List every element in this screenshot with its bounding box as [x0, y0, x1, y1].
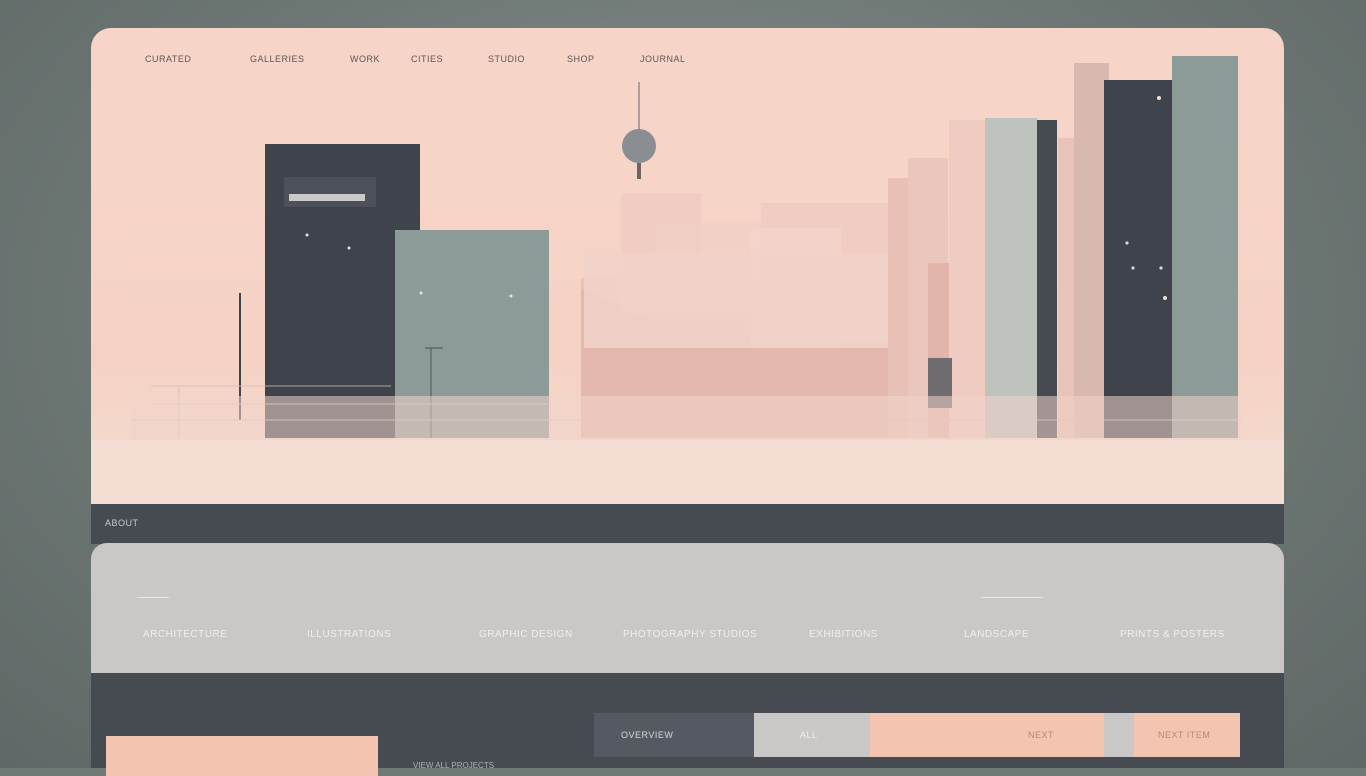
- category-menu: ARCHITECTURE ILLUSTRATIONS GRAPHIC DESIG…: [91, 543, 1284, 673]
- menu-item-illustrations[interactable]: ILLUSTRATIONS: [307, 629, 391, 640]
- hero-section: CURATED GALLERIES WORK CITIES STUDIO SHO…: [91, 28, 1284, 504]
- view-all-link[interactable]: VIEW ALL PROJECTS: [413, 761, 494, 770]
- tab-next-item[interactable]: NEXT ITEM: [1134, 713, 1240, 757]
- nav-item-work[interactable]: WORK: [350, 54, 380, 64]
- tab-all[interactable]: ALL: [754, 713, 870, 757]
- nav-item-shop[interactable]: SHOP: [567, 54, 595, 64]
- tab-label: NEXT ITEM: [1158, 730, 1211, 740]
- tab-next[interactable]: NEXT: [870, 713, 1104, 757]
- section-band: ABOUT: [91, 504, 1284, 544]
- menu-item-exhibitions[interactable]: EXHIBITIONS: [809, 629, 878, 640]
- menu-divider-left: [137, 597, 169, 598]
- menu-divider-right: [981, 597, 1043, 598]
- menu-item-landscape[interactable]: LANDSCAPE: [964, 629, 1029, 640]
- menu-item-graphic-design[interactable]: GRAPHIC DESIGN: [479, 629, 573, 640]
- tab-label: ALL: [800, 730, 818, 740]
- tab-spacer: [1104, 713, 1134, 757]
- tab-overview[interactable]: OVERVIEW: [594, 713, 754, 757]
- nav-item-journal[interactable]: JOURNAL: [640, 54, 686, 64]
- menu-item-prints[interactable]: PRINTS & POSTERS: [1120, 629, 1225, 640]
- lower-panel: VIEW ALL PROJECTS OVERVIEW ALL NEXT NEXT…: [91, 673, 1284, 776]
- menu-item-photography[interactable]: PHOTOGRAPHY STUDIOS: [623, 629, 757, 640]
- nav-item-galleries[interactable]: GALLERIES: [250, 54, 305, 64]
- browser-frame: CURATED GALLERIES WORK CITIES STUDIO SHO…: [91, 28, 1284, 776]
- nav-item-cities[interactable]: CITIES: [411, 54, 443, 64]
- band-label[interactable]: ABOUT: [105, 518, 139, 528]
- tab-label: NEXT: [1027, 730, 1054, 740]
- tab-bar: OVERVIEW ALL NEXT NEXT ITEM: [594, 713, 1240, 757]
- city-skyline-illustration: [91, 56, 1284, 504]
- top-navigation: CURATED GALLERIES WORK CITIES STUDIO SHO…: [91, 28, 1284, 88]
- menu-item-architecture[interactable]: ARCHITECTURE: [143, 629, 227, 640]
- nav-item-curated[interactable]: CURATED: [145, 54, 191, 64]
- nav-item-studio[interactable]: STUDIO: [488, 54, 525, 64]
- tab-label: OVERVIEW: [621, 730, 674, 740]
- feature-card[interactable]: [106, 736, 378, 776]
